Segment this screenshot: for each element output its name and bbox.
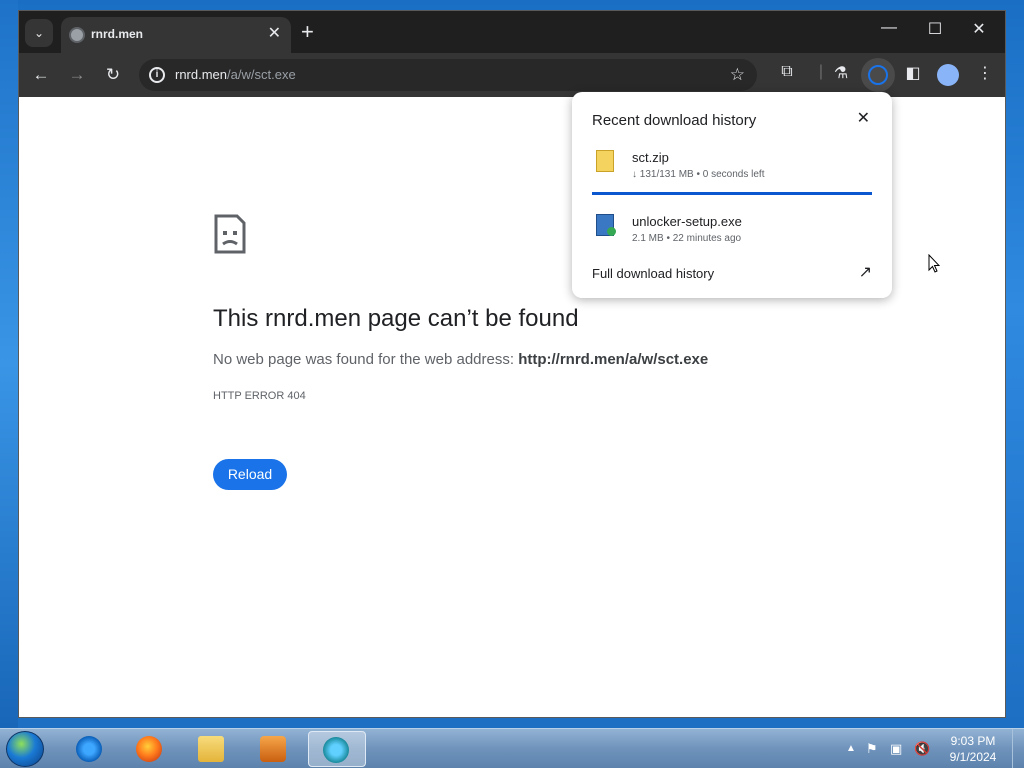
volume-muted-icon[interactable]: 🔇 (914, 741, 930, 757)
reload-button[interactable]: Reload (213, 459, 287, 490)
download-progress-bar (592, 192, 872, 195)
reload-toolbar-button[interactable]: ↻ (101, 63, 125, 87)
mouse-cursor-icon (928, 254, 940, 273)
url-host: rnrd.men (175, 67, 228, 82)
clock-time: 9:03 PM (950, 734, 996, 748)
download-item[interactable]: unlocker-setup.exe 2.1 MB • 22 minutes a… (572, 208, 892, 258)
url-path: /a/w/sct.exe (227, 67, 296, 82)
tab-active[interactable]: rnrd.men ✕ (61, 17, 291, 53)
error-description: No web page was found for the web addres… (213, 351, 708, 368)
globe-icon (69, 27, 85, 43)
download-progress-ring-icon (868, 65, 888, 85)
profile-avatar-icon[interactable] (937, 64, 959, 86)
download-filename: unlocker-setup.exe (632, 214, 742, 229)
media-player-icon (260, 736, 286, 762)
menu-kebab-icon[interactable]: ⋮ (973, 63, 997, 83)
back-button[interactable]: ← (29, 63, 53, 87)
side-panel-icon[interactable]: ◧ (901, 63, 925, 83)
desktop-background (0, 0, 18, 728)
download-status: ↓ 131/131 MB • 0 seconds left (632, 169, 765, 180)
new-tab-button[interactable]: + (301, 21, 314, 43)
error-url: http://rnrd.men/a/w/sct.exe (518, 351, 709, 368)
show-desktop-button[interactable] (1012, 729, 1024, 768)
download-bubble-close-icon[interactable]: ✕ (857, 108, 870, 128)
full-download-history-link[interactable]: Full download history (592, 266, 714, 281)
tray-expand-icon[interactable]: ▲ (846, 743, 856, 754)
action-center-flag-icon[interactable]: ⚑ (866, 741, 878, 757)
toolbar: ← → ↻ i rnrd.men/a/w/sct.exe ☆ ⧉ | ⚗ ◧ ⋮ (19, 53, 1005, 97)
tab-search-button[interactable]: ⌄ (25, 19, 53, 47)
download-filename: sct.zip (632, 150, 669, 165)
forward-button[interactable]: → (65, 63, 89, 87)
extensions-icon[interactable]: ⧉ (775, 63, 799, 81)
taskbar-internet-explorer[interactable] (62, 731, 116, 767)
download-item[interactable]: sct.zip ↓ 131/131 MB • 0 seconds left (572, 144, 892, 195)
download-status: 2.1 MB • 22 minutes ago (632, 233, 742, 244)
chevron-down-icon: ⌄ (33, 26, 45, 40)
internet-explorer-icon (76, 736, 102, 762)
address-bar[interactable]: i rnrd.men/a/w/sct.exe ☆ (139, 59, 757, 91)
address-text[interactable]: rnrd.men/a/w/sct.exe (175, 67, 296, 82)
open-external-icon[interactable]: ↗ (859, 262, 872, 282)
sad-page-icon (214, 214, 246, 254)
network-icon[interactable]: ▣ (890, 741, 902, 757)
taskbar-media-player[interactable] (246, 731, 300, 767)
error-code: HTTP ERROR 404 (213, 390, 306, 402)
taskbar-file-explorer[interactable] (184, 731, 238, 767)
page-title: This rnrd.men page can’t be found (213, 305, 579, 332)
download-bubble-heading: Recent download history (592, 112, 757, 129)
start-button[interactable] (6, 731, 44, 767)
zip-file-icon (596, 150, 614, 172)
browser-icon (323, 737, 349, 763)
tab-title: rnrd.men (91, 27, 144, 41)
firefox-icon (136, 736, 162, 762)
window-close-button[interactable]: ✕ (959, 19, 999, 39)
download-bubble: Recent download history ✕ sct.zip ↓ 131/… (572, 92, 892, 298)
minimize-button[interactable]: — (869, 19, 909, 37)
site-info-icon[interactable]: i (149, 67, 165, 83)
folder-icon (198, 736, 224, 762)
installer-file-icon (596, 214, 616, 236)
shield-badge-icon (607, 227, 616, 236)
taskbar-firefox[interactable] (122, 731, 176, 767)
downloads-button[interactable] (861, 58, 895, 92)
maximize-button[interactable]: ☐ (915, 19, 955, 39)
clock-date: 9/1/2024 (949, 750, 997, 764)
tab-strip: ⌄ rnrd.men ✕ + — ☐ ✕ (19, 11, 1005, 53)
bookmark-star-icon[interactable]: ☆ (730, 65, 745, 85)
download-progress-fill (592, 192, 872, 195)
labs-flask-icon[interactable]: ⚗ (829, 63, 853, 83)
taskbar: ▲ ⚑ ▣ 🔇 9:03 PM 9/1/2024 (0, 728, 1024, 768)
taskbar-browser[interactable] (308, 731, 366, 767)
taskbar-clock[interactable]: 9:03 PM 9/1/2024 (942, 733, 1004, 765)
tab-close-button[interactable]: ✕ (268, 25, 281, 43)
error-description-prefix: No web page was found for the web addres… (213, 351, 519, 368)
